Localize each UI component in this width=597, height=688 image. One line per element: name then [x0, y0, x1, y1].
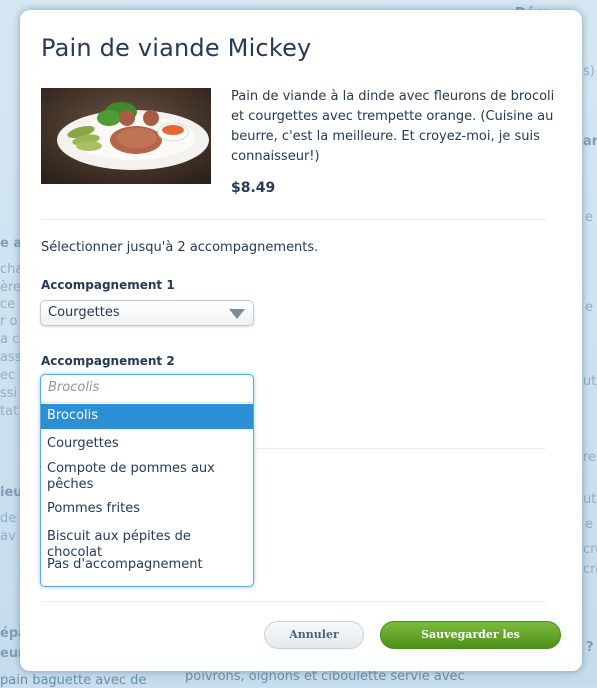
modal-title: Pain de viande Mickey: [41, 34, 312, 62]
dropdown-option[interactable]: Biscuit aux pépites de chocolat: [41, 525, 253, 560]
dropdown-option[interactable]: Pommes frites: [41, 497, 253, 521]
bg-text: cré: [583, 542, 597, 557]
divider: [41, 219, 546, 220]
bg-text: ec: [0, 368, 16, 383]
dropdown-option[interactable]: Compote de pommes aux pêches: [41, 459, 253, 495]
dropdown-option[interactable]: Brocolis: [41, 404, 253, 429]
bg-text: pain baguette avec de: [0, 673, 147, 688]
side1-value: Courgettes: [48, 305, 120, 320]
side1-select[interactable]: Courgettes: [40, 300, 254, 326]
dropdown-option[interactable]: Pas d'accompagnement: [41, 553, 253, 577]
save-button[interactable]: Sauvegarder les modifications: [380, 621, 561, 667]
side2-search-input[interactable]: Brocolis: [41, 375, 253, 403]
bg-text: av: [0, 529, 16, 544]
bg-text: r o: [0, 314, 18, 329]
bg-text: ute: [583, 492, 597, 507]
bg-text: e: [585, 210, 593, 225]
divider: [41, 601, 546, 602]
bg-text: de: [0, 511, 17, 526]
bg-text: anc: [583, 134, 597, 149]
bg-text: ssi: [0, 386, 18, 401]
food-photo: [41, 88, 211, 184]
bg-text: ce: [0, 297, 16, 312]
bg-text: poivrons, oignons et ciboulette servie a…: [185, 669, 465, 684]
bg-text: re: [583, 450, 597, 465]
cancel-button[interactable]: Annuler: [264, 621, 364, 649]
bg-text: tat: [0, 404, 19, 419]
bg-text: ass: [0, 350, 22, 365]
side2-label: Accompagnement 2: [41, 354, 175, 368]
menu-item-modal: Pain de viande Mickey Pain de viande à l…: [20, 10, 582, 671]
triangle-down-icon: [229, 309, 245, 319]
bg-text: ute: [583, 374, 597, 389]
dropdown-option[interactable]: Courgettes: [41, 433, 253, 455]
bg-text: s): [583, 64, 595, 79]
item-description: Pain de viande à la dinde avec fleurons …: [231, 89, 555, 164]
sides-instruction: Sélectionner jusqu'à 2 accompagnements.: [41, 240, 319, 255]
bg-text: ?: [586, 640, 594, 655]
bg-text: e: [585, 300, 593, 315]
item-price: $8.49: [231, 180, 276, 196]
side2-dropdown[interactable]: Brocolis Brocolis Courgettes Compote de …: [40, 374, 254, 587]
bg-text: cre: [583, 562, 597, 577]
bg-text: e: [585, 517, 593, 532]
side1-label: Accompagnement 1: [41, 278, 175, 292]
